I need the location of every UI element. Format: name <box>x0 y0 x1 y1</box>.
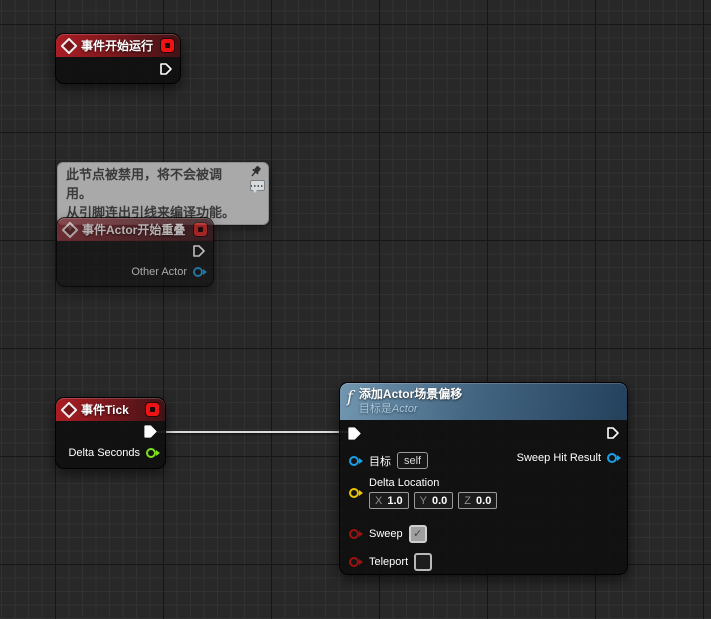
pin-label: Sweep Hit Result <box>517 452 601 464</box>
exec-pin-icon <box>347 426 362 441</box>
node-title: 事件Actor开始重叠 <box>82 221 185 238</box>
teleport-checkbox[interactable] <box>414 553 432 571</box>
delta-location-pin-row[interactable]: Delta Location X 1.0 Y 0.0 Z 0.0 <box>349 477 497 509</box>
pin-label: Other Actor <box>131 266 187 278</box>
teleport-pin-row[interactable]: Teleport <box>349 553 432 571</box>
pin-label: Teleport <box>369 556 408 568</box>
vector-y-input[interactable]: Y 0.0 <box>414 492 454 509</box>
sweep-pin-row[interactable]: Sweep ✓ <box>349 525 427 543</box>
disabled-node-tooltip: 此节点被禁用，将不会被调用。 从引脚连出引线来编译功能。 <box>57 162 269 225</box>
event-disable-icon[interactable] <box>146 403 159 416</box>
exec-pin-icon <box>143 424 158 439</box>
other-actor-pin[interactable]: Other Actor <box>131 266 207 278</box>
event-diamond-icon <box>61 401 78 418</box>
vector-x-input[interactable]: X 1.0 <box>369 492 409 509</box>
event-diamond-icon <box>62 221 79 238</box>
bool-pin-icon <box>349 557 359 567</box>
node-event-actor-begin-overlap[interactable]: 事件Actor开始重叠 Other Actor <box>56 217 214 287</box>
blueprint-graph-canvas[interactable]: 事件开始运行 此节点被禁用，将不会被调用。 从引脚连出引线来编译功能。 事件Ac… <box>0 0 711 619</box>
node-header: 事件Actor开始重叠 <box>57 218 213 241</box>
node-title: 添加Actor场景偏移 <box>359 387 462 402</box>
node-header: 事件Tick <box>56 398 165 421</box>
vector-pin-icon <box>349 488 359 498</box>
object-pin-icon <box>349 456 359 466</box>
node-title: 事件Tick <box>81 401 129 418</box>
node-header: 事件开始运行 <box>56 34 180 57</box>
exec-pin-icon <box>159 62 173 76</box>
exec-in-pin[interactable] <box>347 426 362 441</box>
target-value-box[interactable]: self <box>397 452 428 469</box>
exec-wire <box>157 431 349 433</box>
pin-label: Sweep <box>369 528 403 540</box>
comment-bubble-icon[interactable] <box>250 180 265 191</box>
node-event-begin-play[interactable]: 事件开始运行 <box>55 33 181 84</box>
bool-pin-icon <box>349 529 359 539</box>
object-pin-icon <box>193 267 203 277</box>
event-disable-icon[interactable] <box>194 223 207 236</box>
float-pin-icon <box>146 448 156 458</box>
pin-label: Delta Seconds <box>68 447 140 459</box>
pin-label: Delta Location <box>369 477 497 489</box>
function-icon: f <box>347 389 353 405</box>
tooltip-line-1: 此节点被禁用，将不会被调用。 <box>66 165 242 203</box>
exec-out-pin[interactable] <box>143 424 158 439</box>
exec-out-pin[interactable] <box>606 426 620 440</box>
pin-label: 目标 <box>369 453 391 469</box>
sweep-checkbox[interactable]: ✓ <box>409 525 427 543</box>
delta-seconds-pin[interactable]: Delta Seconds <box>68 447 160 459</box>
node-event-tick[interactable]: 事件Tick Delta Seconds <box>55 397 166 469</box>
node-add-actor-world-offset[interactable]: f 添加Actor场景偏移 目标是Actor 目标 self Sweep Hit… <box>339 382 628 575</box>
node-header: f 添加Actor场景偏移 目标是Actor <box>340 383 627 420</box>
node-title: 事件开始运行 <box>81 37 153 54</box>
event-diamond-icon <box>61 37 78 54</box>
event-disable-icon[interactable] <box>161 39 174 52</box>
exec-pin-icon <box>606 426 620 440</box>
exec-pin-icon <box>192 244 206 258</box>
object-pin-icon <box>607 453 617 463</box>
node-subtitle: 目标是Actor <box>359 402 462 417</box>
exec-out-pin[interactable] <box>192 244 206 258</box>
exec-out-pin[interactable] <box>159 62 173 76</box>
sweep-hit-result-pin-row[interactable]: Sweep Hit Result <box>517 452 621 464</box>
vector-z-input[interactable]: Z 0.0 <box>458 492 497 509</box>
target-pin-row[interactable]: 目标 self <box>349 452 428 469</box>
pushpin-icon[interactable] <box>250 165 262 178</box>
